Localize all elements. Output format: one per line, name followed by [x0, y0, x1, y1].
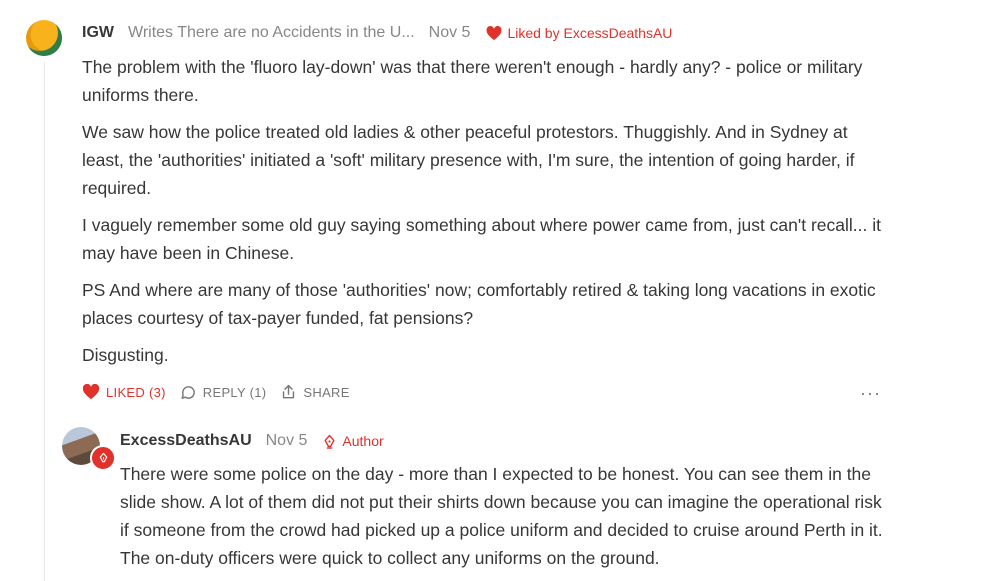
comment-actions: LIKED (3) REPLY (1) SHARE: [82, 382, 364, 402]
comment-author[interactable]: IGW: [82, 24, 114, 42]
like-label: LIKED (3): [106, 384, 166, 400]
reply-body: There were some police on the day - more…: [120, 460, 890, 572]
share-button[interactable]: SHARE: [280, 383, 349, 401]
pen-nib-icon: [324, 434, 335, 449]
reply-date[interactable]: Nov 5: [266, 432, 308, 450]
comment-body: The problem with the 'fluoro lay-down' w…: [82, 53, 887, 378]
heart-icon: [82, 384, 100, 400]
comment-paragraph: We saw how the police treated old ladies…: [82, 122, 855, 198]
reply-author[interactable]: ExcessDeathsAU: [120, 432, 252, 450]
pen-nib-icon: [99, 452, 107, 463]
reply-button[interactable]: REPLY (1): [180, 384, 267, 401]
liked-by-badge: Liked by ExcessDeathsAU: [486, 25, 672, 41]
like-button[interactable]: LIKED (3): [82, 384, 166, 400]
heart-icon: [486, 25, 502, 40]
reply-header: ExcessDeathsAU Nov 5 Author: [120, 431, 384, 451]
author-tag-label: Author: [342, 433, 384, 449]
more-icon[interactable]: ···: [860, 383, 881, 404]
share-icon: [283, 384, 295, 399]
comment-date[interactable]: Nov 5: [429, 24, 471, 42]
author-badge: [90, 445, 116, 471]
comment-paragraph: I vaguely remember some old guy saying s…: [82, 215, 881, 263]
comment-paragraph: The problem with the 'fluoro lay-down' w…: [82, 57, 863, 105]
reply-label: REPLY (1): [202, 384, 267, 400]
author-tag: Author: [323, 433, 384, 449]
author-bio: Writes There are no Accidents in the U..…: [128, 24, 415, 41]
liked-by-label: Liked by ExcessDeathsAU: [507, 25, 673, 41]
share-label: SHARE: [303, 384, 350, 400]
comment-header: IGW Writes There are no Accidents in the…: [82, 23, 672, 43]
comment-bubble-icon: [181, 385, 195, 399]
thread-line: [44, 62, 45, 581]
comment-paragraph: PS And where are many of those 'authorit…: [82, 280, 876, 328]
avatar[interactable]: [26, 20, 62, 56]
reply-paragraph: There were some police on the day - more…: [120, 464, 883, 568]
comment-paragraph: Disgusting.: [82, 345, 169, 365]
